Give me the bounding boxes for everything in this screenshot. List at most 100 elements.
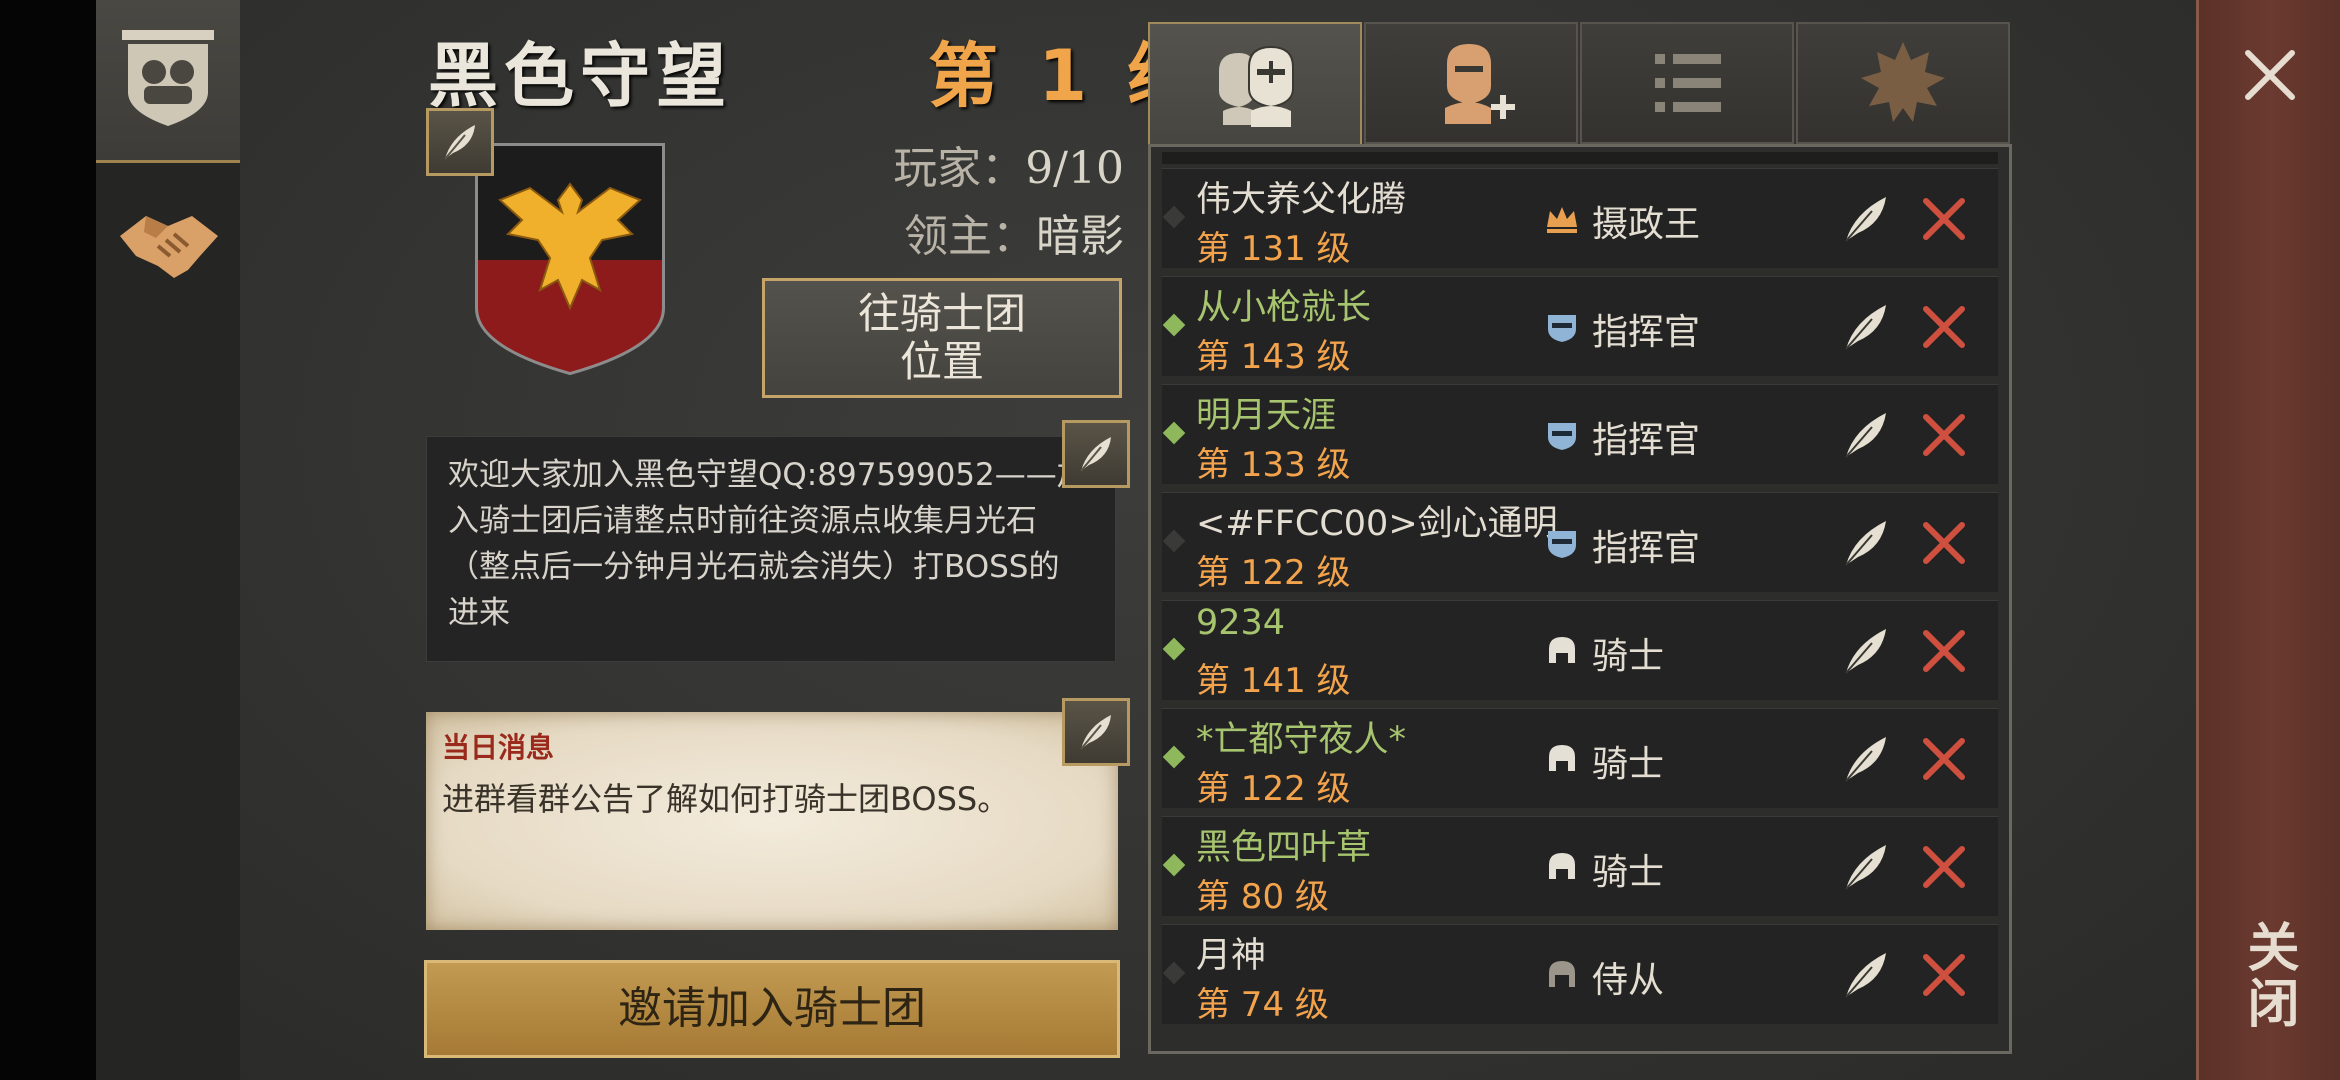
- member-name: 9234: [1196, 603, 1286, 643]
- member-rank: 指挥官: [1592, 528, 1701, 569]
- close-button[interactable]: [2196, 0, 2340, 1080]
- crown-icon: [1544, 201, 1580, 237]
- online-status-icon: [1162, 961, 1186, 985]
- remove-member-button[interactable]: [1918, 409, 1970, 461]
- online-status-icon: [1162, 205, 1186, 229]
- member-name: 黑色四叶草: [1196, 828, 1372, 868]
- leader-label: 领主：: [904, 211, 1036, 262]
- member-rank: 侍从: [1592, 960, 1665, 1001]
- quill-icon: [1838, 305, 1894, 359]
- remove-member-button[interactable]: [1918, 193, 1970, 245]
- handshake-icon: [120, 216, 218, 278]
- goto-line1: 往骑士团: [857, 289, 1026, 338]
- member-rank: 指挥官: [1592, 420, 1701, 461]
- member-name: *亡都守夜人*: [1196, 720, 1407, 760]
- eagle-emblem-icon: [475, 143, 665, 376]
- member-name: 月神: [1196, 936, 1267, 976]
- member-row[interactable]: 伟大养父化腾第 131 级 摄政王: [1162, 168, 1998, 269]
- players-label: 玩家：: [893, 143, 1026, 194]
- guild-leader: 领主：暗影: [860, 200, 1124, 264]
- daily-message-title: 当日消息: [442, 731, 555, 764]
- tab-list[interactable]: [1580, 22, 1794, 144]
- member-level: 第 80 级: [1196, 877, 1329, 917]
- member-name: 伟大养父化腾: [1196, 180, 1407, 220]
- member-row[interactable]: 明月天涯第 133 级 指挥官: [1162, 384, 1998, 485]
- member-level: 第 122 级: [1196, 769, 1351, 809]
- left-margin: [0, 0, 96, 1080]
- list-icon: [1655, 54, 1721, 112]
- guild-emblem: [470, 140, 670, 380]
- close-icon: [1918, 630, 1970, 681]
- knight-helmet-icon: [1544, 741, 1580, 777]
- member-row[interactable]: 黑色四叶草第 80 级 骑士: [1162, 816, 1998, 917]
- players-count: 玩家：9/10: [860, 132, 1124, 196]
- member-level: 第 74 级: [1196, 985, 1329, 1025]
- member-rank: 骑士: [1592, 744, 1665, 785]
- member-rank: 骑士: [1592, 636, 1665, 677]
- tab-badge[interactable]: [1796, 22, 2010, 144]
- members-icon: [1219, 45, 1294, 127]
- squire-helmet-icon: [1544, 957, 1580, 993]
- remove-member-button[interactable]: [1918, 301, 1970, 353]
- knight-helmet-icon: [1544, 849, 1580, 885]
- edit-emblem-button[interactable]: [426, 108, 494, 176]
- players-value: 9/10: [1025, 143, 1124, 194]
- guild-name: 黑色守望: [428, 35, 732, 117]
- member-rank: 骑士: [1592, 852, 1665, 893]
- quill-icon: [1080, 715, 1111, 750]
- close-icon: [1918, 846, 1970, 897]
- goto-line2: 位置: [899, 337, 984, 386]
- edit-member-button[interactable]: [1838, 623, 1894, 679]
- tab-alliance[interactable]: [96, 160, 240, 320]
- tab-guild[interactable]: [96, 0, 240, 163]
- online-status-icon: [1162, 853, 1186, 877]
- member-level: 第 141 级: [1196, 661, 1351, 701]
- online-status-icon: [1162, 637, 1186, 661]
- online-status-icon: [1162, 529, 1186, 553]
- remove-member-button[interactable]: [1918, 517, 1970, 569]
- member-row[interactable]: 9234 第 141 级 骑士: [1162, 600, 1998, 701]
- edit-member-button[interactable]: [1838, 731, 1894, 787]
- quill-icon: [1838, 413, 1894, 467]
- close-icon: [1918, 414, 1970, 465]
- member-row[interactable]: 从小枪就长第 143 级 指挥官: [1162, 276, 1998, 377]
- add-member-icon: [1445, 44, 1515, 124]
- remove-member-button[interactable]: [1918, 841, 1970, 893]
- edit-member-button[interactable]: [1838, 515, 1894, 571]
- quill-icon: [1080, 437, 1111, 472]
- tab-recruit[interactable]: [1364, 22, 1578, 144]
- go-to-guild-location-button[interactable]: 往骑士团 位置: [762, 278, 1122, 398]
- member-tabs: [1148, 22, 2012, 148]
- edit-member-button[interactable]: [1838, 839, 1894, 895]
- tab-members[interactable]: [1148, 22, 1362, 148]
- commander-icon: [1544, 309, 1580, 345]
- edit-daily-message-button[interactable]: [1062, 698, 1130, 766]
- edit-description-button[interactable]: [1062, 420, 1130, 488]
- commander-icon: [1544, 417, 1580, 453]
- badge-icon: [1861, 42, 1945, 122]
- close-icon[interactable]: [2240, 45, 2300, 105]
- member-rank: 指挥官: [1592, 312, 1701, 353]
- invite-to-guild-button[interactable]: 邀请加入骑士团: [424, 960, 1120, 1058]
- remove-member-button[interactable]: [1918, 733, 1970, 785]
- edit-member-button[interactable]: [1838, 299, 1894, 355]
- daily-message-text: 进群看群公告了解如何打骑士团BOSS。: [442, 780, 1010, 818]
- remove-member-button[interactable]: [1918, 949, 1970, 1001]
- close-icon: [1918, 954, 1970, 1005]
- member-level: 第 133 级: [1196, 445, 1351, 485]
- member-level: 第 122 级: [1196, 553, 1351, 593]
- edit-member-button[interactable]: [1838, 947, 1894, 1003]
- online-status-icon: [1162, 313, 1186, 337]
- member-row[interactable]: <#FFCC00>剑心通明第 122 级 指挥官: [1162, 492, 1998, 593]
- edit-member-button[interactable]: [1838, 407, 1894, 463]
- quill-icon: [444, 125, 475, 160]
- member-row[interactable]: *亡都守夜人* 第 122 级 骑士: [1162, 708, 1998, 809]
- member-list-top-edge: [1162, 152, 1998, 164]
- edit-member-button[interactable]: [1838, 191, 1894, 247]
- member-name: 从小枪就长: [1196, 288, 1372, 328]
- member-row[interactable]: 月神第 74 级 侍从: [1162, 924, 1998, 1025]
- leader-value: 暗影: [1036, 211, 1124, 262]
- remove-member-button[interactable]: [1918, 625, 1970, 677]
- close-label[interactable]: 关闭: [2236, 920, 2306, 1032]
- quill-icon: [1838, 197, 1894, 251]
